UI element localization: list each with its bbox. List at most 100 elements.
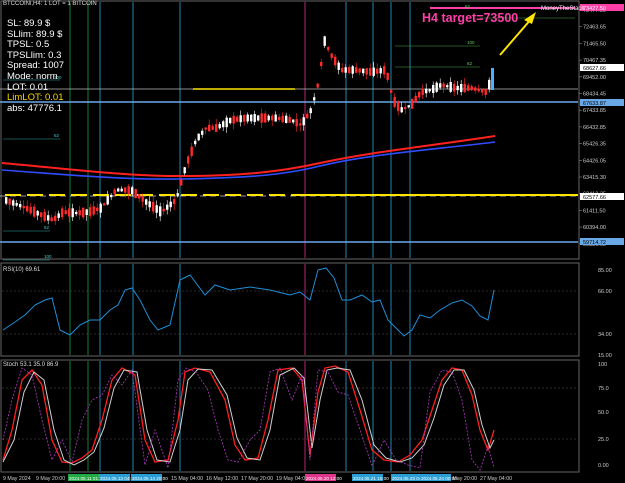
candle-body [435, 82, 438, 92]
trading-chart[interactable]: 73477.5072463.6571465.5070467.3569452.00… [0, 0, 625, 483]
candle-body [68, 208, 71, 217]
candle-body [239, 115, 242, 123]
candle-body [124, 187, 127, 193]
target-annotation: H4 target=73500 [422, 11, 519, 25]
price-label-current: 68627.66 [580, 64, 624, 72]
candle-body [29, 206, 32, 214]
candle-body [383, 66, 386, 75]
candle-body [411, 98, 414, 109]
candle-body [92, 206, 95, 215]
candle-body [187, 156, 190, 164]
stoch-signal-line [2, 367, 495, 466]
candle-body [159, 206, 162, 217]
stoch-title: Stoch 53.1 35.0 86.9 [3, 362, 59, 368]
price-tick-label: 69452.00 [583, 75, 606, 81]
level-label-100-low: 100 [44, 254, 52, 259]
candle-body [372, 67, 375, 76]
time-highlight-label: 2024.05.13 04:00 [100, 476, 136, 481]
candle-body [393, 96, 396, 107]
candle-body [47, 215, 50, 221]
candle-body [477, 88, 480, 92]
candle-body [337, 62, 340, 70]
time-highlight-label: 2024.05.24 00:00 [421, 476, 457, 481]
candle-body [320, 61, 323, 67]
candle-body [250, 114, 253, 122]
candle-body [334, 56, 337, 66]
candle-body [218, 124, 221, 129]
rsi-tick-label: 85.00 [598, 268, 612, 274]
candle-body [26, 205, 29, 212]
candle-body [225, 117, 228, 128]
candle-body [404, 106, 407, 110]
time-highlight-label: 2024.05.21 15:00 [353, 476, 389, 481]
candle-body [488, 79, 491, 90]
candle-body [428, 89, 431, 92]
candle-body [246, 114, 249, 122]
candle-body [152, 201, 155, 212]
info-line-mode: Mode: norm [7, 70, 58, 82]
candle-body [19, 203, 22, 208]
price-label-blue-lower: 59714.72 [580, 238, 624, 246]
candle-body [456, 85, 459, 91]
rsi-tick-label: 34.00 [598, 332, 612, 338]
price-label-yellow: 62577.66 [580, 193, 624, 201]
candle-body [134, 189, 137, 199]
candle-body [103, 203, 106, 206]
candle-body [369, 68, 372, 76]
chart-title: BTCCOINi,H4: 1 LOT = 1 BITCOIN [3, 1, 97, 7]
candle-body [75, 211, 78, 215]
candle-body [292, 119, 295, 123]
stoch-axis: 100 75.0 50.0 25.0 0.00 [598, 362, 609, 469]
price-tick-label: 65426.35 [583, 142, 606, 148]
candle-body [386, 72, 389, 80]
candle-body [379, 68, 382, 74]
candle-body [173, 199, 176, 205]
candle-body [271, 115, 274, 121]
candle-body [267, 115, 270, 121]
stoch-tick-label: 100 [598, 362, 607, 368]
price-tick-label: 63415.30 [583, 175, 606, 181]
candle-body [348, 67, 351, 73]
price-tick-label: 68434.45 [583, 92, 606, 98]
candle-body [341, 67, 344, 73]
candle-body [344, 67, 347, 73]
stoch-tick-label: 0.00 [598, 463, 609, 469]
candle-body [400, 107, 403, 113]
info-line-abs: abs: 47776.1 [7, 102, 62, 114]
candle-body [432, 84, 435, 94]
candle-body [12, 200, 15, 206]
candle-body [390, 90, 393, 93]
time-tick-label: 27 May 04:00 [480, 476, 512, 482]
candle-body [474, 87, 477, 91]
candle-body [313, 97, 316, 101]
rsi-axis: 85.00 66.00 34.00 15.00 [598, 268, 612, 359]
candle-body [316, 83, 319, 88]
candle-body [162, 208, 165, 212]
current-price-text: 68627.66 [583, 66, 606, 72]
rsi-line [2, 267, 495, 337]
candle-body [253, 114, 256, 122]
candle-body [57, 213, 60, 218]
blue-upper-text: 67633.87 [583, 101, 606, 107]
candle-body [323, 36, 326, 46]
candle-body [180, 179, 183, 186]
candle-body [467, 85, 470, 91]
candle-body [358, 68, 361, 73]
price-tick-label: 66432.85 [583, 125, 606, 131]
time-tick-label: 9 May 2024 [3, 476, 31, 482]
candle-body [110, 194, 113, 198]
candle-body [211, 126, 214, 130]
candle-body [96, 207, 99, 211]
candle-body [120, 188, 123, 192]
stoch-tick-label: 25.0 [598, 437, 609, 443]
price-axis: 73477.5072463.6571465.5070467.3569452.00… [579, 8, 606, 248]
rsi-title: RSI(10) 69.61 [3, 267, 41, 273]
candle-body [33, 206, 36, 217]
candle-body [264, 113, 267, 123]
candle-body [127, 186, 130, 194]
candle-body [236, 116, 239, 122]
price-tick-label: 70467.35 [583, 58, 606, 64]
candle-body [260, 113, 263, 123]
candle-body [215, 124, 218, 132]
candle-body [484, 88, 487, 95]
